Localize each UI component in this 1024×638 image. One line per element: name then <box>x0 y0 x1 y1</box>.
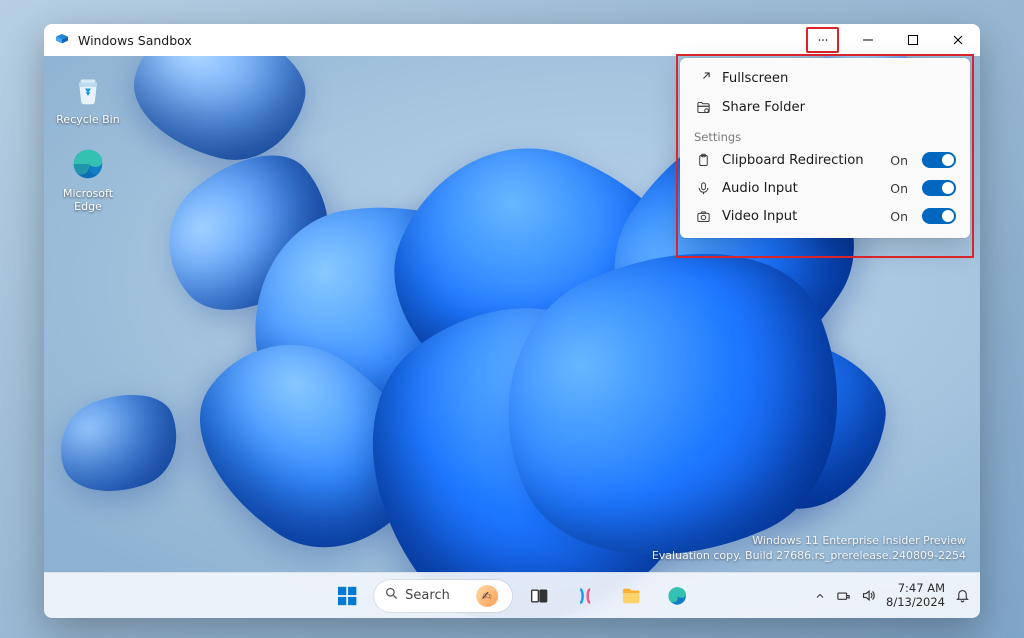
desktop-icon-recycle-bin[interactable]: Recycle Bin <box>54 70 122 126</box>
recycle-bin-icon <box>68 70 108 110</box>
tray-volume-icon[interactable] <box>861 588 876 603</box>
setting-state: On <box>890 181 908 196</box>
tray-clock[interactable]: 7:47 AM 8/13/2024 <box>886 582 945 608</box>
tray-notifications-icon[interactable] <box>955 588 970 603</box>
share-folder-icon <box>694 100 712 115</box>
window-title: Windows Sandbox <box>78 33 192 48</box>
tray-network-icon[interactable] <box>836 588 851 603</box>
menu-item-label: Fullscreen <box>722 71 788 86</box>
setting-state: On <box>890 153 908 168</box>
clipboard-icon <box>694 153 712 168</box>
edge-taskbar-button[interactable] <box>658 577 696 615</box>
menu-item-fullscreen[interactable]: Fullscreen <box>680 64 970 93</box>
more-menu: Fullscreen Share Folder Settings Clipboa… <box>680 58 970 238</box>
fullscreen-icon <box>694 71 712 86</box>
tray-time: 7:47 AM <box>886 582 945 595</box>
copilot-button[interactable] <box>566 577 604 615</box>
setting-label: Video Input <box>722 209 880 224</box>
settings-header: Settings <box>680 122 970 146</box>
maximize-button[interactable] <box>890 24 935 56</box>
setting-audio-input[interactable]: Audio Input On <box>680 174 970 202</box>
close-button[interactable] <box>935 24 980 56</box>
watermark-line1: Windows 11 Enterprise Insider Preview <box>652 534 966 549</box>
file-explorer-button[interactable] <box>612 577 650 615</box>
menu-item-label: Share Folder <box>722 100 805 115</box>
toggle-switch[interactable] <box>922 208 956 224</box>
setting-state: On <box>890 209 908 224</box>
taskbar-center: Search ✍ <box>328 577 696 615</box>
watermark-line2: Evaluation copy. Build 27686.rs_prerelea… <box>652 549 966 564</box>
titlebar: Windows Sandbox <box>44 24 980 56</box>
taskbar-search[interactable]: Search ✍ <box>374 580 512 612</box>
more-button[interactable] <box>800 24 845 56</box>
toggle-switch[interactable] <box>922 180 956 196</box>
menu-item-share-folder[interactable]: Share Folder <box>680 93 970 122</box>
sandbox-app-icon <box>54 32 70 48</box>
desktop-icon-edge[interactable]: Microsoft Edge <box>54 144 122 213</box>
camera-icon <box>694 209 712 224</box>
toggle-switch[interactable] <box>922 152 956 168</box>
desktop-icon-label: Microsoft Edge <box>54 187 122 213</box>
taskbar: Search ✍ <box>44 572 980 618</box>
setting-video-input[interactable]: Video Input On <box>680 202 970 230</box>
search-highlight-icon: ✍ <box>476 585 498 607</box>
sandbox-window: Windows Sandbox Fullscreen Sh <box>44 24 980 618</box>
tray-chevron-icon[interactable] <box>814 590 826 602</box>
desktop-icon-label: Recycle Bin <box>56 113 119 126</box>
start-button[interactable] <box>328 577 366 615</box>
setting-label: Clipboard Redirection <box>722 153 880 168</box>
minimize-button[interactable] <box>845 24 890 56</box>
watermark: Windows 11 Enterprise Insider Preview Ev… <box>652 534 966 564</box>
edge-icon <box>68 144 108 184</box>
search-icon <box>384 586 399 605</box>
setting-label: Audio Input <box>722 181 880 196</box>
setting-clipboard-redirection[interactable]: Clipboard Redirection On <box>680 146 970 174</box>
tray-date: 8/13/2024 <box>886 596 945 609</box>
microphone-icon <box>694 181 712 196</box>
desktop-icons: Recycle Bin Microsoft Edge <box>54 70 122 213</box>
task-view-button[interactable] <box>520 577 558 615</box>
system-tray: 7:47 AM 8/13/2024 <box>814 582 970 608</box>
search-placeholder: Search <box>405 588 450 603</box>
